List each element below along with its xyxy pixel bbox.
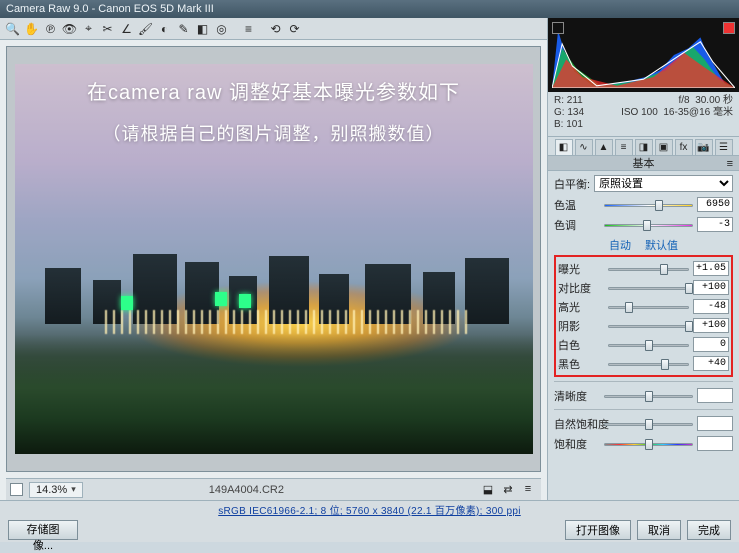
tab-hsl[interactable]: ≡ [615,139,633,155]
readout-r: R: 211 [554,95,584,107]
exposure-input[interactable] [693,261,729,276]
compare-icon[interactable]: ⬓ [479,483,497,496]
shadow-clip-icon[interactable] [552,22,564,34]
overlay-text-1: 在camera raw 调整好基本曝光参数如下 [15,76,533,105]
filename-label: 149A4004.CR2 [209,484,284,496]
spot-removal-icon[interactable]: 🖌 [137,20,154,37]
exposure-slider[interactable] [608,262,689,276]
zoom-select[interactable]: 14.3%▾ [29,482,83,498]
preview-area[interactable]: 在camera raw 调整好基本曝光参数如下 （请根据自己的图片调整，别照搬数… [6,46,541,472]
contrast-slider[interactable] [608,281,689,295]
target-adjust-icon[interactable]: ⌖ [80,20,97,37]
switch-icon[interactable]: ⇄ [499,483,517,496]
tab-camera[interactable]: 📷 [695,139,713,155]
cancel-button[interactable]: 取消 [637,520,681,540]
highlights-input[interactable] [693,299,729,314]
title-bar: Camera Raw 9.0 - Canon EOS 5D Mark III [0,0,739,18]
vibrance-input[interactable] [697,416,733,431]
straighten-tool-icon[interactable]: ∠ [118,20,135,37]
open-image-button[interactable]: 打开图像 [565,520,631,540]
preview-toggle-checkbox[interactable] [10,483,23,496]
exif-readout: R: 211 G: 134 B: 101 f/8 30.00 秒 ISO 100… [548,92,739,137]
top-toolbar: 🔍 ✋ ℗ 👁 ⌖ ✂ ∠ 🖌 ◐ ✎ ◧ ◎ ≡ ⟲ ⟳ [0,18,547,40]
tab-split[interactable]: ◨ [635,139,653,155]
shadows-slider[interactable] [608,319,689,333]
temp-slider[interactable] [604,198,693,212]
readout-b: B: 101 [554,119,584,131]
zoom-tool-icon[interactable]: 🔍 [4,20,21,37]
whites-input[interactable] [693,337,729,352]
wb-tool-icon[interactable]: ℗ [42,20,59,37]
radial-filter-icon[interactable]: ◎ [213,20,230,37]
prefs-icon[interactable]: ≡ [240,20,257,37]
vibrance-slider[interactable] [604,417,693,431]
blacks-slider[interactable] [608,357,689,371]
whites-slider[interactable] [608,338,689,352]
highlight-clip-icon[interactable] [723,22,735,34]
saturation-input[interactable] [697,436,733,451]
workflow-link[interactable]: sRGB IEC61966-2.1; 8 位; 5760 x 3840 (22.… [218,502,521,517]
done-button[interactable]: 完成 [687,520,731,540]
temp-input[interactable] [697,197,733,212]
grad-filter-icon[interactable]: ◧ [194,20,211,37]
overlay-text-2: （请根据自己的图片调整，别照搬数值） [15,120,533,146]
contrast-input[interactable] [693,280,729,295]
save-image-button[interactable]: 存储图像... [8,520,78,540]
adjust-brush-icon[interactable]: ✎ [175,20,192,37]
preview-photo: 在camera raw 调整好基本曝光参数如下 （请根据自己的图片调整，别照搬数… [15,64,533,454]
app-title: Camera Raw 9.0 - Canon EOS 5D Mark III [6,3,214,15]
rotate-ccw-icon[interactable]: ⟲ [267,20,284,37]
tab-lens[interactable]: ▣ [655,139,673,155]
panel-title: 基本 [548,155,739,171]
tab-presets[interactable]: ☰ [715,139,733,155]
tab-detail[interactable]: ▲ [595,139,613,155]
blacks-input[interactable] [693,356,729,371]
tint-slider[interactable] [604,218,693,232]
shadows-input[interactable] [693,318,729,333]
default-link[interactable]: 默认值 [645,237,678,253]
clarity-slider[interactable] [604,389,693,403]
clarity-input[interactable] [697,388,733,403]
highlighted-params: 曝光 对比度 高光 阴影 白色 黑色 [554,255,733,377]
hand-tool-icon[interactable]: ✋ [23,20,40,37]
tab-fx[interactable]: fx [675,139,693,155]
tab-curve[interactable]: ∿ [575,139,593,155]
saturation-slider[interactable] [604,437,693,451]
readout-g: G: 134 [554,107,584,119]
auto-link[interactable]: 自动 [609,237,631,253]
tint-input[interactable] [697,217,733,232]
tab-basic[interactable]: ◧ [555,139,573,155]
menu-icon[interactable]: ≡ [519,483,537,496]
crop-tool-icon[interactable]: ✂ [99,20,116,37]
histogram[interactable] [548,18,739,92]
preview-footer: 14.3%▾ 149A4004.CR2 ⬓ ⇄ ≡ [6,478,541,500]
wb-select[interactable]: 原照设置 [594,175,733,192]
wb-label: 白平衡: [554,176,590,192]
highlights-slider[interactable] [608,300,689,314]
color-sampler-icon[interactable]: 👁 [61,20,78,37]
rotate-cw-icon[interactable]: ⟳ [286,20,303,37]
redeye-tool-icon[interactable]: ◐ [156,20,173,37]
panel-tabs: ◧ ∿ ▲ ≡ ◨ ▣ fx 📷 ☰ [548,137,739,155]
